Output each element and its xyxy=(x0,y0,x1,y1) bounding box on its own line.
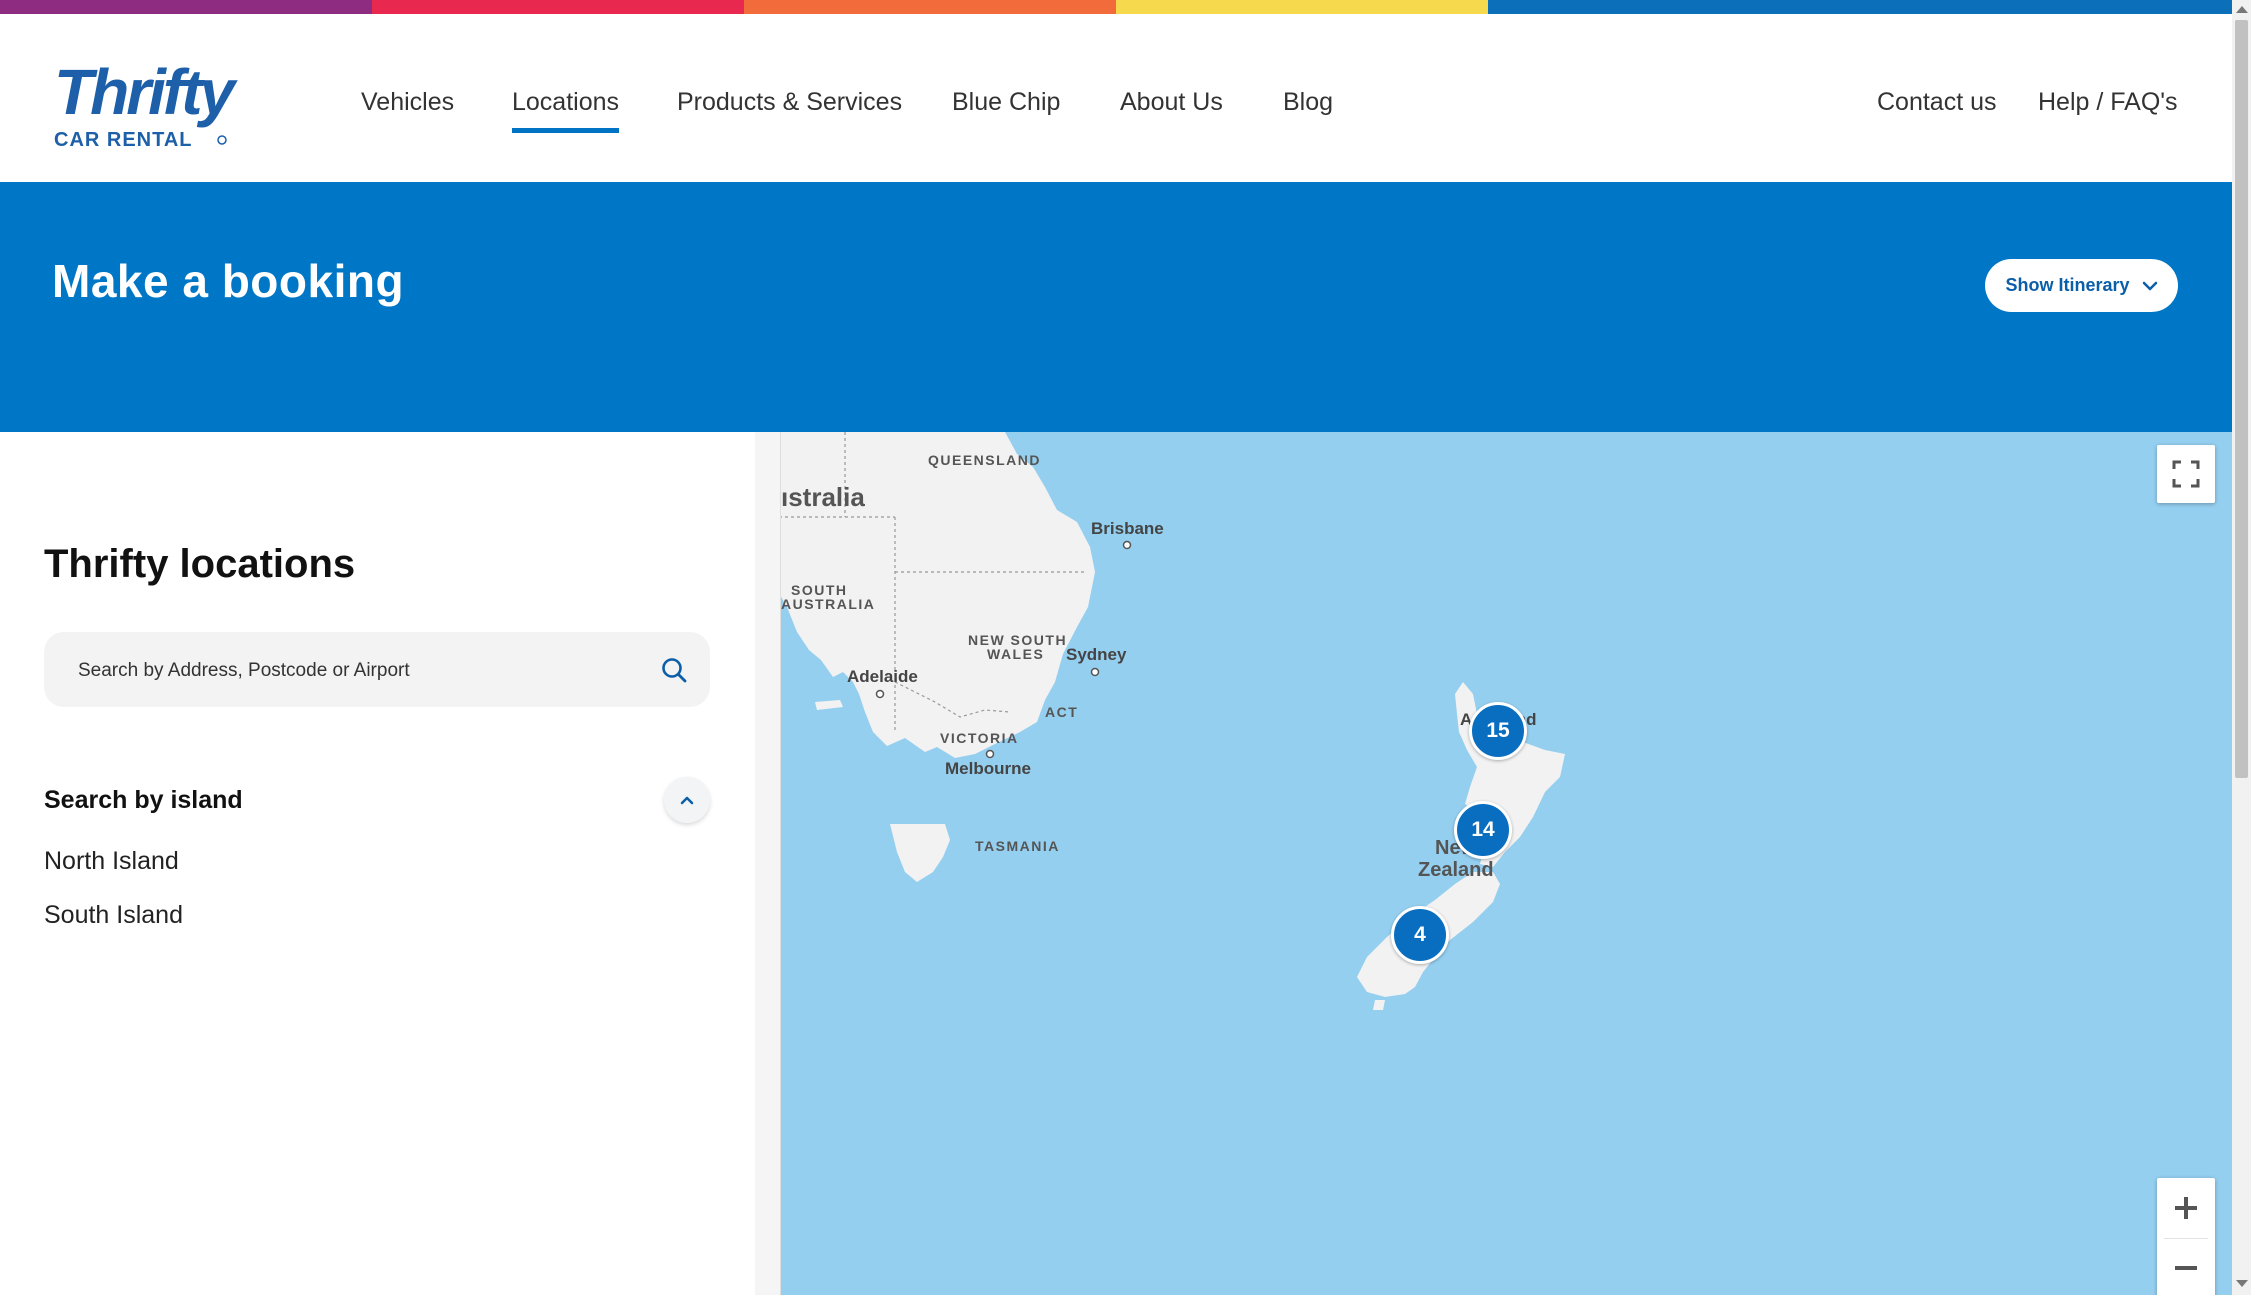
strip-segment-orange xyxy=(744,0,1116,14)
location-search-input[interactable] xyxy=(76,632,640,709)
search-icon[interactable] xyxy=(660,656,688,684)
fullscreen-icon xyxy=(2172,460,2200,488)
strip-segment-red xyxy=(372,0,744,14)
map-country-australia: ıstralia xyxy=(781,482,865,512)
logo-wordmark: Thrifty xyxy=(54,56,239,128)
island-link-north[interactable]: North Island xyxy=(44,847,179,876)
map-label-australia-state: AUSTRALIA xyxy=(781,596,876,612)
chevron-up-icon xyxy=(680,796,694,805)
strip-segment-purple xyxy=(0,0,372,14)
map-cluster-central[interactable]: 14 xyxy=(1454,801,1512,859)
map-label-act: ACT xyxy=(1045,704,1079,720)
map-label-queensland: QUEENSLAND xyxy=(928,452,1042,468)
map-inset-gutter xyxy=(755,432,780,1295)
show-itinerary-button[interactable]: Show Itinerary xyxy=(1985,259,2178,312)
map-city-brisbane: Brisbane xyxy=(1091,519,1164,538)
kangaroo-island-landmass xyxy=(815,700,843,710)
chevron-down-icon xyxy=(2142,281,2157,290)
fullscreen-button[interactable] xyxy=(2157,445,2215,503)
show-itinerary-label: Show Itinerary xyxy=(2005,275,2130,295)
island-link-south[interactable]: South Island xyxy=(44,901,183,930)
map-country-zealand: Zealand xyxy=(1418,859,1494,881)
nav-blue-chip[interactable]: Blue Chip xyxy=(952,88,1060,117)
location-search xyxy=(44,632,710,709)
nav-help-faq[interactable]: Help / FAQ's xyxy=(2038,88,2178,117)
plus-icon xyxy=(2175,1197,2197,1219)
island-section-heading: Search by island xyxy=(44,786,243,814)
map-city-sydney: Sydney xyxy=(1066,645,1127,664)
site-header: Thrifty CAR RENTAL Vehicles Locations Pr… xyxy=(0,14,2232,182)
zoom-out-button[interactable] xyxy=(2157,1239,2215,1295)
map-city-melbourne: Melbourne xyxy=(945,759,1031,778)
nav-contact-us[interactable]: Contact us xyxy=(1877,88,1997,117)
page-scrollbar[interactable] xyxy=(2232,0,2251,1295)
nav-locations[interactable]: Locations xyxy=(512,88,620,133)
zoom-controls xyxy=(2157,1178,2215,1295)
map-label-wales: WALES xyxy=(987,646,1045,662)
brand-color-strip xyxy=(0,0,2232,14)
zoom-in-button[interactable] xyxy=(2157,1178,2215,1238)
strip-segment-yellow xyxy=(1116,0,1488,14)
scrollbar-thumb[interactable] xyxy=(2235,20,2248,778)
map-label-tasmania: TASMANIA xyxy=(975,838,1060,854)
map-label-victoria: VICTORIA xyxy=(940,730,1019,746)
tasmania-landmass xyxy=(890,824,950,882)
minus-icon xyxy=(2175,1266,2197,1270)
strip-segment-blue-2 xyxy=(1860,0,2232,14)
scroll-up-arrow-icon[interactable] xyxy=(2236,6,2248,13)
nav-vehicles[interactable]: Vehicles xyxy=(361,88,454,117)
collapse-island-button[interactable] xyxy=(664,777,710,823)
nav-about-us[interactable]: About Us xyxy=(1120,88,1223,117)
map-city-adelaide: Adelaide xyxy=(847,667,918,686)
logo-tagline: CAR RENTAL xyxy=(54,129,193,151)
page-title: Make a booking xyxy=(52,255,405,307)
nav-products-services[interactable]: Products & Services xyxy=(677,88,902,117)
locations-sidebar: Thrifty locations Search by island North… xyxy=(0,432,755,1295)
scroll-down-arrow-icon[interactable] xyxy=(2236,1280,2248,1287)
booking-banner: Make a booking Show Itinerary xyxy=(0,182,2232,432)
nav-blog[interactable]: Blog xyxy=(1283,88,1333,117)
locations-map[interactable]: QUEENSLAND SOUTH AUSTRALIA NEW SOUTH WAL… xyxy=(755,432,2232,1295)
strip-segment-blue xyxy=(1488,0,1860,14)
locations-heading: Thrifty locations xyxy=(44,542,356,586)
map-cluster-south-island[interactable]: 4 xyxy=(1391,906,1449,964)
thrifty-logo[interactable]: Thrifty CAR RENTAL xyxy=(50,52,290,152)
registered-mark-icon xyxy=(217,135,227,145)
map-cluster-auckland[interactable]: 15 xyxy=(1469,702,1527,760)
stewart-island-landmass xyxy=(1373,1000,1385,1010)
